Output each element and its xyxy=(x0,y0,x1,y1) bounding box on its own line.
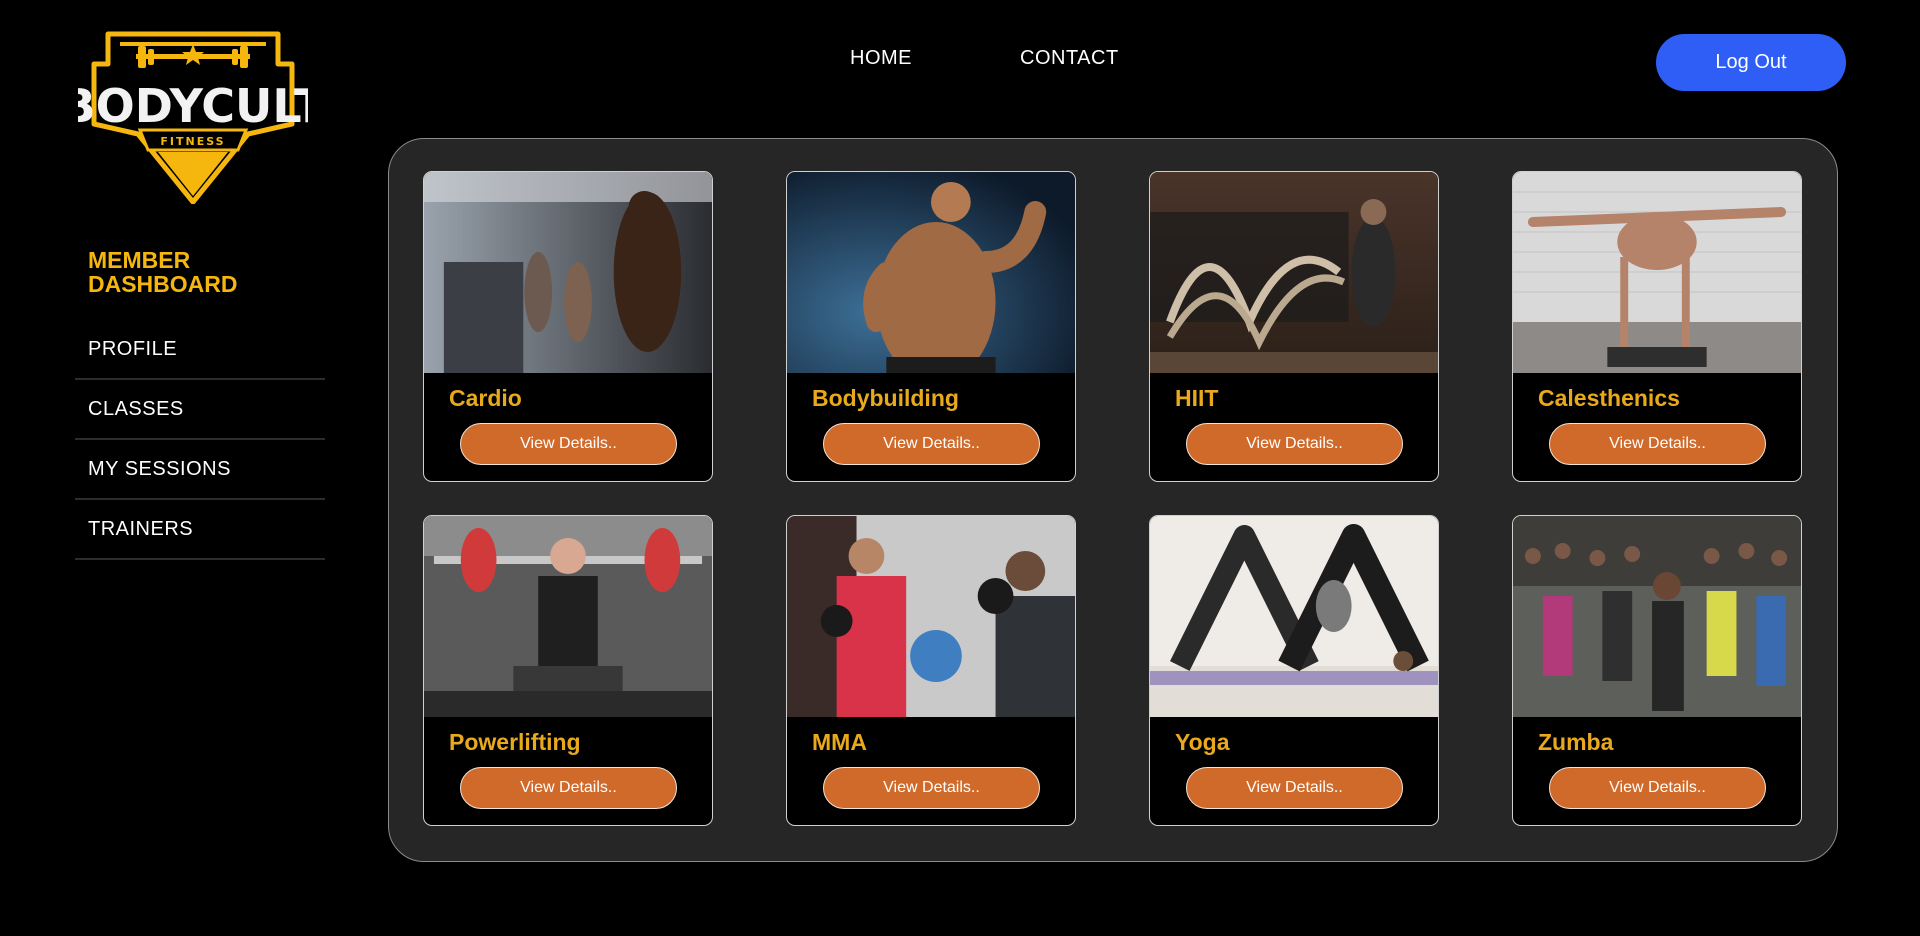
powerlifting-image xyxy=(424,516,712,717)
class-card-hiit: HIIT View Details.. xyxy=(1149,171,1439,482)
bodycult-logo[interactable]: BODYCULT FITNESS xyxy=(78,24,308,204)
class-card-bodybuilding: Bodybuilding View Details.. xyxy=(786,171,1076,482)
view-details-button[interactable]: View Details.. xyxy=(823,767,1040,809)
sidebar-item-profile[interactable]: PROFILE xyxy=(75,320,325,380)
class-card-cardio: Cardio View Details.. xyxy=(423,171,713,482)
class-card-mma: MMA View Details.. xyxy=(786,515,1076,826)
sidebar-title: MEMBER DASHBOARD xyxy=(75,248,325,296)
mma-image xyxy=(787,516,1075,717)
class-title: Zumba xyxy=(1538,729,1614,755)
zumba-image xyxy=(1513,516,1801,717)
class-card-yoga: Yoga View Details.. xyxy=(1149,515,1439,826)
sidebar-item-label: PROFILE xyxy=(88,337,178,360)
sidebar-menu: PROFILE CLASSES MY SESSIONS TRAINERS xyxy=(75,320,325,560)
logout-button[interactable]: Log Out xyxy=(1656,34,1846,91)
view-details-button[interactable]: View Details.. xyxy=(460,423,677,465)
sidebar-item-label: MY SESSIONS xyxy=(88,457,231,480)
sidebar-item-trainers[interactable]: TRAINERS xyxy=(75,500,325,560)
logo-tagline: FITNESS xyxy=(160,135,225,148)
bodybuilding-image xyxy=(787,172,1075,373)
class-title: HIIT xyxy=(1175,385,1219,411)
sidebar-title-line1: MEMBER xyxy=(88,247,191,273)
sidebar-item-label: CLASSES xyxy=(88,397,184,420)
sidebar-title-line2: DASHBOARD xyxy=(88,271,238,297)
logo-shield-icon: BODYCULT FITNESS xyxy=(78,31,308,204)
class-card-calesthenics: Calesthenics View Details.. xyxy=(1512,171,1802,482)
class-title: Yoga xyxy=(1175,729,1230,755)
cardio-image xyxy=(424,172,712,373)
yoga-image xyxy=(1150,516,1438,717)
view-details-button[interactable]: View Details.. xyxy=(1186,767,1403,809)
nav-contact-link[interactable]: CONTACT xyxy=(1020,47,1119,70)
classes-panel: Cardio View Details.. Bodybuilding View … xyxy=(388,138,1838,862)
hiit-image xyxy=(1150,172,1438,373)
class-card-powerlifting: Powerlifting View Details.. xyxy=(423,515,713,826)
sidebar-item-my-sessions[interactable]: MY SESSIONS xyxy=(75,440,325,500)
sidebar: MEMBER DASHBOARD PROFILE CLASSES MY SESS… xyxy=(75,248,325,560)
view-details-button[interactable]: View Details.. xyxy=(1549,767,1766,809)
class-title: Powerlifting xyxy=(449,729,581,755)
view-details-button[interactable]: View Details.. xyxy=(460,767,677,809)
view-details-button[interactable]: View Details.. xyxy=(1549,423,1766,465)
view-details-button[interactable]: View Details.. xyxy=(823,423,1040,465)
view-details-button[interactable]: View Details.. xyxy=(1186,423,1403,465)
class-title: Cardio xyxy=(449,385,522,411)
calesthenics-image xyxy=(1513,172,1801,373)
class-title: Calesthenics xyxy=(1538,385,1680,411)
sidebar-item-classes[interactable]: CLASSES xyxy=(75,380,325,440)
nav-home-link[interactable]: HOME xyxy=(850,47,912,70)
class-card-grid: Cardio View Details.. Bodybuilding View … xyxy=(423,171,1802,826)
class-title: Bodybuilding xyxy=(812,385,959,411)
top-nav: HOME CONTACT xyxy=(850,47,1119,70)
class-card-zumba: Zumba View Details.. xyxy=(1512,515,1802,826)
logo-wordmark: BODYCULT xyxy=(78,79,308,133)
sidebar-item-label: TRAINERS xyxy=(88,517,194,540)
class-title: MMA xyxy=(812,729,867,755)
